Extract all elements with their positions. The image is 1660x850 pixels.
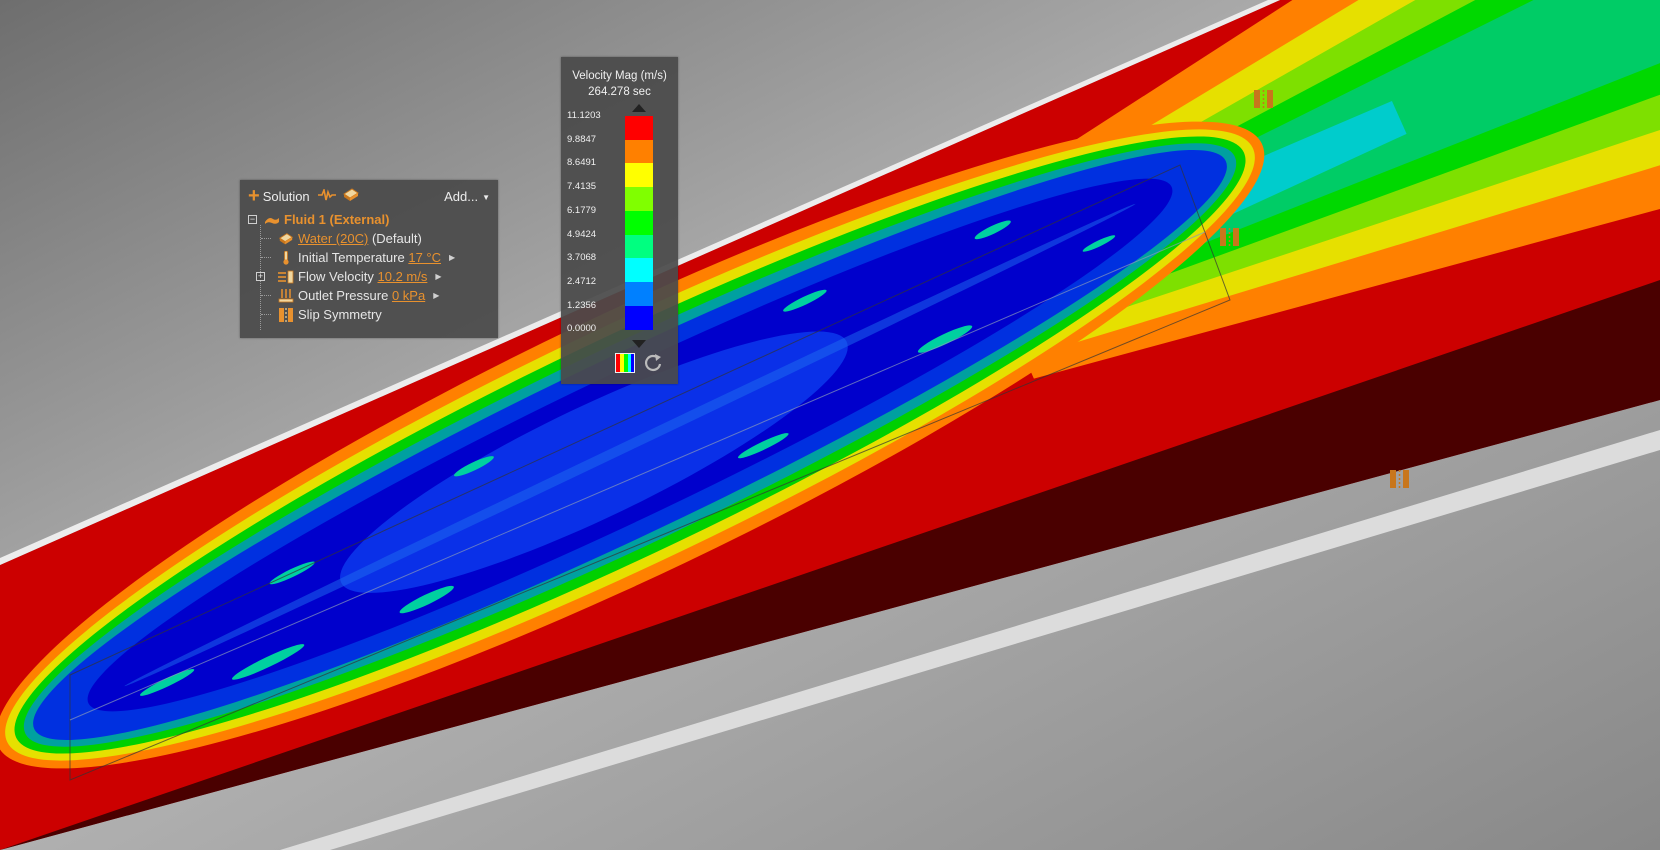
tree-item-initial-temperature[interactable]: Initial Temperature 17 °C ▶ [248,248,492,267]
initial-temperature-value[interactable]: 17 °C [408,250,441,265]
legend-color-swatch [625,281,653,306]
flow-velocity-icon [278,270,294,284]
collapse-icon[interactable]: − [248,215,257,224]
legend-tick-label: 11.1203 [567,110,601,121]
expand-right-icon[interactable]: ▶ [435,272,441,281]
tree-guide [261,238,271,239]
add-solution-icon[interactable]: + [248,186,260,206]
outlet-pressure-label: Outlet Pressure [298,288,389,303]
solution-panel: + Solution Add... ▼ − Fluid 1 (External) … [240,180,498,338]
tree-item-flow-velocity[interactable]: + Flow Velocity 10.2 m/s ▶ [248,267,492,286]
tree-item-material[interactable]: Water (20C) (Default) [248,229,492,248]
legend-tick-label: 0.0000 [567,323,597,335]
flow-velocity-label: Flow Velocity [298,269,374,284]
add-button[interactable]: Add... ▼ [444,189,490,204]
legend-tick-label: 2.4712 [567,275,597,287]
flow-velocity-value[interactable]: 10.2 m/s [378,269,428,284]
legend-color-swatch [625,234,653,259]
tree-guide [261,257,271,258]
add-button-label: Add... [444,188,479,204]
reset-icon[interactable] [643,353,663,376]
slip-symmetry-icon [278,307,294,322]
legend-tick-label: 8.6491 [567,157,597,169]
tree-item-slip-symmetry[interactable]: Slip Symmetry [248,305,492,324]
legend-color-swatch [625,116,653,140]
legend-title: Velocity Mag (m/s) [572,70,667,82]
outlet-pressure-icon [278,288,294,303]
simulation-viewport[interactable] [0,0,1660,850]
color-map-icon[interactable] [615,353,635,376]
legend-max-handle-icon[interactable] [632,104,646,112]
chevron-down-icon: ▼ [482,192,490,202]
initial-temperature-label: Initial Temperature [298,250,405,265]
legend-color-swatch [625,187,653,212]
expand-icon[interactable]: + [256,272,265,281]
tree-guide [261,314,271,315]
waveform-icon[interactable] [317,186,336,204]
fluid-label[interactable]: Fluid 1 (External) [284,212,389,227]
velocity-legend: Velocity Mag (m/s) 264.278 sec 11.1203 9.… [561,57,678,384]
tree-guide [261,295,271,296]
legend-tick-label: 3.7068 [567,252,597,264]
legend-time: 264.278 sec [588,86,651,98]
slip-symmetry-label: Slip Symmetry [298,307,382,322]
fluid-icon [264,213,280,227]
legend-tick-label: 4.9424 [567,228,597,240]
legend-color-swatch [625,305,653,330]
material-suffix: (Default) [371,231,422,246]
material-icon [278,232,294,246]
legend-color-swatch [625,139,653,164]
expand-right-icon[interactable]: ▶ [449,253,455,262]
expand-right-icon[interactable]: ▶ [433,291,439,300]
solution-tree: − Fluid 1 (External) Water (20C) (Defaul… [248,210,492,330]
legend-tick-label: 6.1779 [567,204,597,216]
tree-item-fluid[interactable]: − Fluid 1 (External) [248,210,492,229]
legend-tick-label: 9.8847 [567,133,597,145]
material-link[interactable]: Water (20C) [298,231,368,246]
legend-color-swatch [625,163,653,188]
thermometer-icon [278,250,294,265]
legend-color-swatch [625,258,653,283]
legend-tick-label: 7.4135 [567,181,597,193]
tree-item-outlet-pressure[interactable]: Outlet Pressure 0 kPa ▶ [248,286,492,305]
legend-color-swatch [625,210,653,235]
solution-label[interactable]: Solution [263,189,310,204]
material-icon[interactable] [342,187,360,205]
outlet-pressure-value[interactable]: 0 kPa [392,288,425,303]
solution-toolbar: + Solution Add... ▼ [248,186,490,206]
legend-tick-label: 1.2356 [567,299,597,311]
legend-min-handle-icon[interactable] [632,340,646,348]
